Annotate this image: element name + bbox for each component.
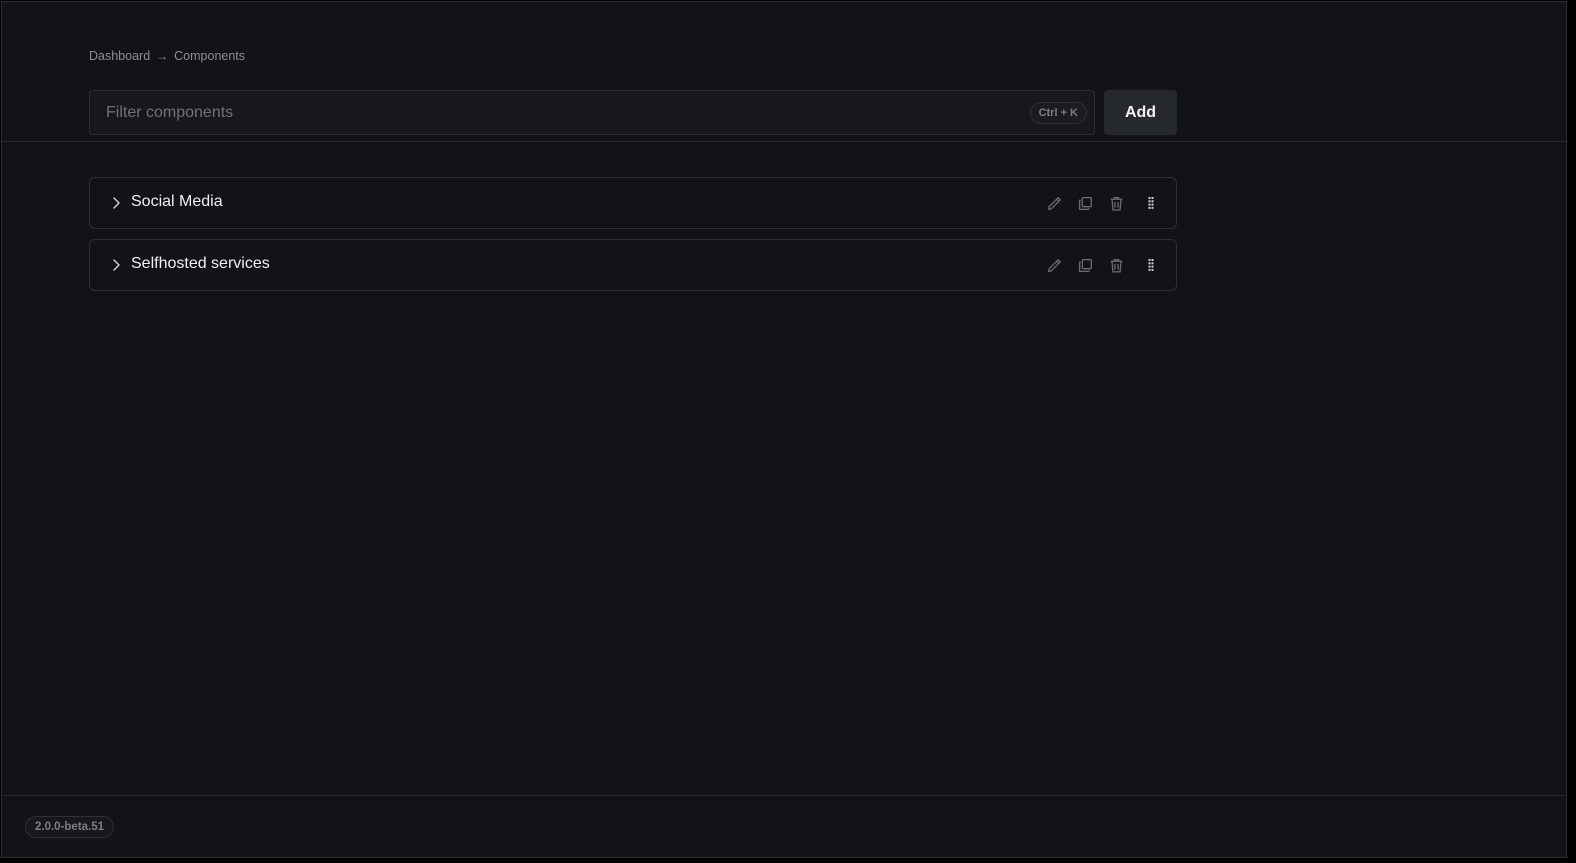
breadcrumb-components: Components	[174, 49, 246, 63]
add-button[interactable]: Add	[1104, 90, 1177, 135]
trash-icon[interactable]	[1106, 255, 1126, 275]
copy-icon[interactable]	[1075, 193, 1095, 213]
breadcrumb-dashboard[interactable]: Dashboard	[89, 49, 150, 63]
chevron-right-icon[interactable]	[108, 257, 124, 273]
pencil-icon[interactable]	[1044, 193, 1064, 213]
group-title[interactable]: Selfhosted services	[131, 255, 270, 273]
pencil-icon[interactable]	[1044, 255, 1064, 275]
version-badge: 2.0.0-beta.51	[25, 816, 115, 838]
drag-handle-icon[interactable]	[1141, 193, 1161, 213]
breadcrumb-separator: →	[156, 49, 169, 63]
page-header: Dashboard → Components Ctrl + K Add	[2, 2, 1566, 142]
app-window: Dashboard → Components Ctrl + K Add Soci…	[1, 1, 1567, 858]
page-footer: 2.0.0-beta.51	[2, 795, 1566, 857]
filter-box: Ctrl + K	[89, 90, 1095, 135]
component-group: Selfhosted services	[89, 239, 1177, 291]
chevron-right-icon[interactable]	[108, 195, 124, 211]
trash-icon[interactable]	[1106, 193, 1126, 213]
drag-handle-icon[interactable]	[1141, 255, 1161, 275]
component-group: Social Media	[89, 177, 1177, 229]
copy-icon[interactable]	[1075, 255, 1095, 275]
filter-components-input[interactable]	[90, 91, 1094, 134]
group-title[interactable]: Social Media	[131, 193, 223, 211]
breadcrumb: Dashboard → Components	[89, 49, 245, 63]
component-group-list: Social Media Selfhosted services	[89, 177, 1177, 301]
shortcut-badge: Ctrl + K	[1029, 102, 1087, 124]
